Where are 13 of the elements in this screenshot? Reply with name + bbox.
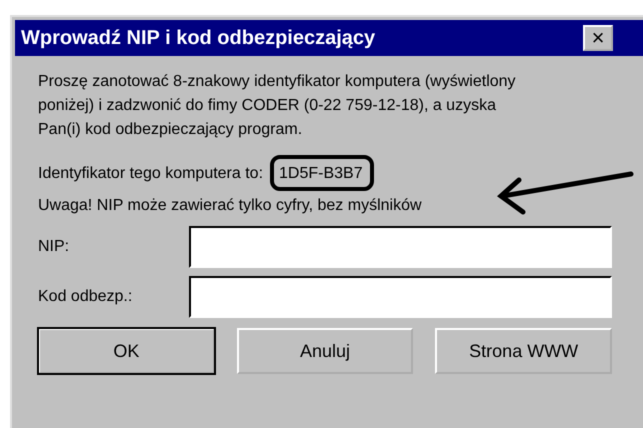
window-title: Wprowadź NIP i kod odbezpieczający	[21, 26, 376, 51]
identifier-value: 1D5F-B3B7	[279, 165, 363, 182]
warning-text: Uwaga! NIP może zawierać tylko cyfry, bez myślników	[38, 196, 423, 216]
field-label: NIP:	[38, 237, 70, 257]
field-label: Kod odbezp.:	[38, 287, 134, 307]
close-button[interactable]: ×	[583, 25, 613, 51]
input-field[interactable]	[188, 226, 612, 268]
identifier-label: Identyfikator tego komputera to:	[38, 164, 264, 184]
dialog-button[interactable]: Strona WWW	[435, 328, 612, 374]
instruction-text: Proszę zanotować 8-znakowy identyfikator komputera (wyświetlony poniżej) i zadzwonić do fimy CODER (0-22 759-12-18), a uzyska Pan(i) kod odbezpieczający program.	[38, 72, 517, 140]
input-field[interactable]	[188, 276, 612, 318]
dialog-button[interactable]: OK	[38, 328, 215, 374]
dialog-button[interactable]: Anuluj	[236, 328, 414, 374]
